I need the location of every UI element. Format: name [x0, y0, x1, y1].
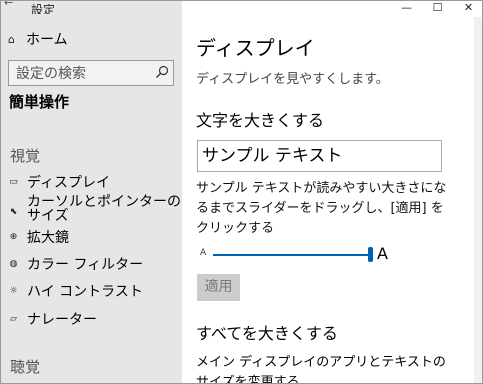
- group-heading-hearing: 聴覚: [10, 358, 41, 376]
- main-content: — ☐ ✕ ディスプレイ ディスプレイを見やすくします。 文字を大きくする サン…: [182, 1, 482, 384]
- slider-track[interactable]: [213, 254, 370, 256]
- sidebar-item-narrator[interactable]: ▱ ナレーター: [7, 310, 182, 328]
- search-input[interactable]: 設定の検索: [8, 60, 174, 86]
- home-label: ホーム: [26, 32, 68, 48]
- sidebar-item-label: カラー フィルター: [27, 257, 144, 273]
- search-placeholder: 設定の検索: [16, 66, 86, 82]
- settings-window: ← 設定 ⌂ ホーム 設定の検索 簡単操作 視覚 ▭ ディスプレイ ⬉ カーソル…: [0, 0, 483, 384]
- slider-thumb[interactable]: [368, 247, 373, 262]
- sidebar-item-label: 拡大鏡: [27, 230, 69, 246]
- apply-button[interactable]: 適用: [197, 274, 240, 301]
- home-icon: ⌂: [8, 32, 15, 46]
- close-icon[interactable]: ✕: [453, 1, 482, 17]
- maximize-icon[interactable]: ☐: [422, 1, 453, 17]
- sidebar-item-label: カーソルとポインターのサイズ: [27, 194, 181, 224]
- slider-min-label: A: [200, 248, 207, 258]
- brightness-icon: ☼: [9, 286, 18, 296]
- window-title: 設定: [31, 4, 56, 14]
- sidebar-item-high-contrast[interactable]: ☼ ハイ コントラスト: [7, 282, 182, 300]
- section-heading-text-size: 文字を大きくする: [196, 111, 325, 130]
- section-heading-everything: すべてを大きくする: [196, 324, 338, 343]
- window-controls: — ☐ ✕: [391, 1, 482, 17]
- sidebar: ← 設定 ⌂ ホーム 設定の検索 簡単操作 視覚 ▭ ディスプレイ ⬉ カーソル…: [1, 1, 182, 383]
- everything-description: メイン ディスプレイのアプリとテキストのサイズを変更する: [196, 355, 446, 384]
- minimize-icon[interactable]: —: [391, 1, 422, 17]
- page-title: ディスプレイ: [196, 36, 315, 60]
- page-subtitle: ディスプレイを見やすくします。: [196, 72, 389, 87]
- monitor-icon: ▭: [9, 177, 18, 187]
- back-arrow-icon[interactable]: ←: [4, 1, 13, 9]
- narrator-icon: ▱: [10, 314, 17, 324]
- category-heading: 簡単操作: [9, 93, 70, 111]
- search-icon: [151, 64, 173, 83]
- sidebar-item-home[interactable]: ⌂ ホーム: [8, 29, 68, 49]
- sidebar-item-cursor[interactable]: ⬉ カーソルとポインターのサイズ: [7, 195, 182, 223]
- sidebar-item-magnifier[interactable]: ⊕ 拡大鏡: [7, 228, 182, 246]
- sidebar-item-label: ディスプレイ: [27, 175, 111, 191]
- color-filter-icon: ◍: [9, 259, 18, 269]
- sidebar-item-label: ハイ コントラスト: [27, 284, 143, 300]
- scrollbar[interactable]: [474, 17, 482, 383]
- magnifier-icon: ⊕: [9, 232, 18, 242]
- sidebar-item-display[interactable]: ▭ ディスプレイ: [7, 173, 182, 191]
- cursor-icon: ⬉: [9, 207, 18, 217]
- sidebar-item-label: ナレーター: [27, 312, 97, 328]
- sidebar-item-color-filter[interactable]: ◍ カラー フィルター: [7, 255, 182, 273]
- text-size-description: サンプル テキストが読みやすい大きさになるまでスライダーをドラッグし、[適用] …: [196, 181, 447, 236]
- slider-max-label: A: [377, 244, 388, 263]
- group-heading-vision: 視覚: [10, 147, 41, 165]
- sample-text-preview: サンプル テキスト: [197, 140, 442, 172]
- text-size-slider[interactable]: A A: [200, 244, 448, 264]
